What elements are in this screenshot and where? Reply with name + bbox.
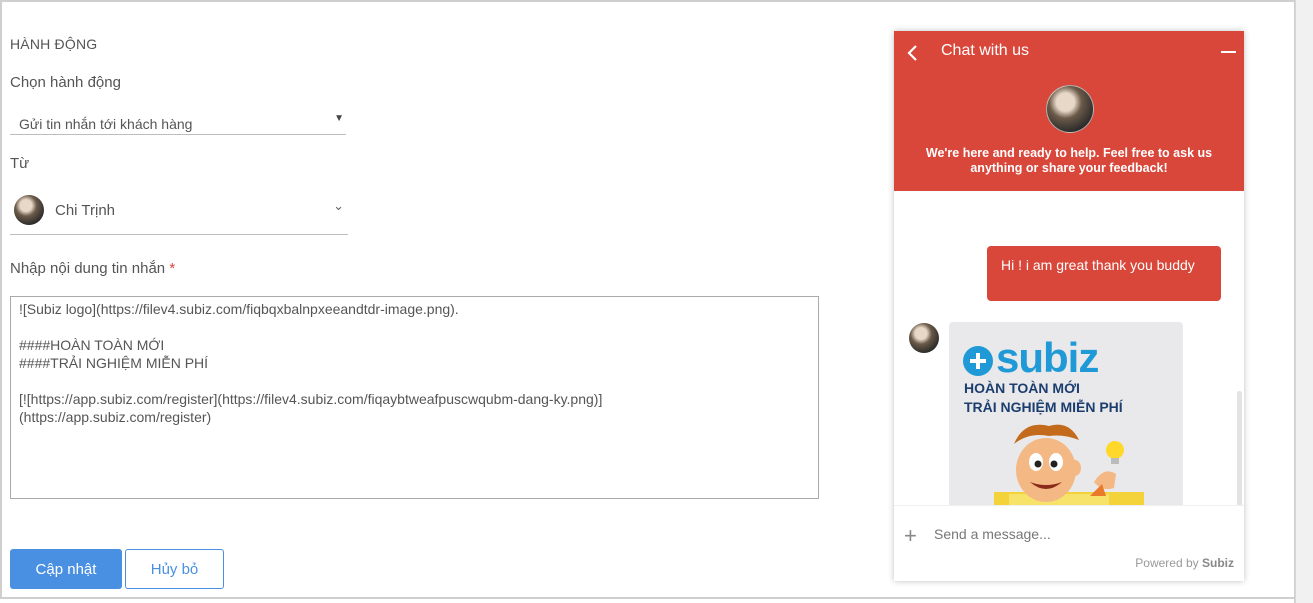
sender-name: Chi Trịnh	[55, 202, 116, 219]
message-textarea[interactable]: ![Subiz logo](https://filev4.subiz.com/f…	[10, 296, 819, 499]
avatar	[14, 195, 44, 225]
agent-avatar-small	[909, 323, 939, 353]
required-mark: *	[169, 260, 176, 277]
caret-down-icon: ▼	[334, 113, 344, 124]
mascot-illustration	[994, 424, 1144, 505]
page-scrollbar[interactable]	[1295, 0, 1313, 603]
chat-input-area: + Send a message... Powered by Subiz	[894, 505, 1244, 581]
from-label: Từ	[10, 155, 30, 172]
chevron-down-icon: ⌄	[333, 198, 344, 213]
image-card[interactable]: subiz HOÀN TOÀN MỚI TRẢI NGHIỆM MIỄN PHÍ	[949, 322, 1183, 505]
brand-name: Subiz	[1202, 556, 1234, 570]
card-line-1: HOÀN TOÀN MỚI	[964, 380, 1080, 396]
powered-by-text: Powered by	[1135, 556, 1199, 570]
card-line-2: TRẢI NGHIỆM MIỄN PHÍ	[964, 399, 1123, 415]
powered-by: Powered by Subiz	[1135, 556, 1234, 570]
chat-messages[interactable]: Hi ! i am great thank you buddy subiz HO…	[894, 191, 1244, 505]
chat-title: Chat with us	[941, 42, 1030, 59]
chat-scrollbar[interactable]	[1237, 391, 1242, 505]
user-message-bubble: Hi ! i am great thank you buddy	[987, 246, 1221, 301]
section-title: HÀNH ĐỘNG	[10, 36, 98, 52]
plus-icon[interactable]: +	[904, 525, 917, 547]
cancel-button[interactable]: Hủy bỏ	[125, 549, 224, 589]
chat-widget: Chat with us We're here and ready to hel…	[894, 31, 1244, 581]
back-icon[interactable]	[906, 43, 920, 63]
welcome-text: We're here and ready to help. Feel free …	[925, 146, 1213, 175]
logo-plus-icon	[963, 346, 993, 376]
agent-avatar	[1046, 85, 1094, 133]
message-label: Nhập nội dung tin nhắn *	[10, 260, 175, 277]
message-input[interactable]: Send a message...	[934, 526, 1051, 542]
action-select[interactable]: Gửi tin nhắn tới khách hàng ▼	[10, 112, 346, 135]
sender-select[interactable]: Chi Trịnh ⌄	[10, 192, 348, 235]
logo-text: subiz	[996, 334, 1099, 381]
message-label-text: Nhập nội dung tin nhắn	[10, 260, 166, 277]
action-label: Chọn hành động	[10, 74, 121, 91]
chat-header: Chat with us We're here and ready to hel…	[894, 31, 1244, 191]
action-select-value: Gửi tin nhắn tới khách hàng	[19, 116, 193, 132]
update-button[interactable]: Cập nhật	[10, 549, 122, 589]
minimize-icon[interactable]	[1221, 51, 1236, 53]
